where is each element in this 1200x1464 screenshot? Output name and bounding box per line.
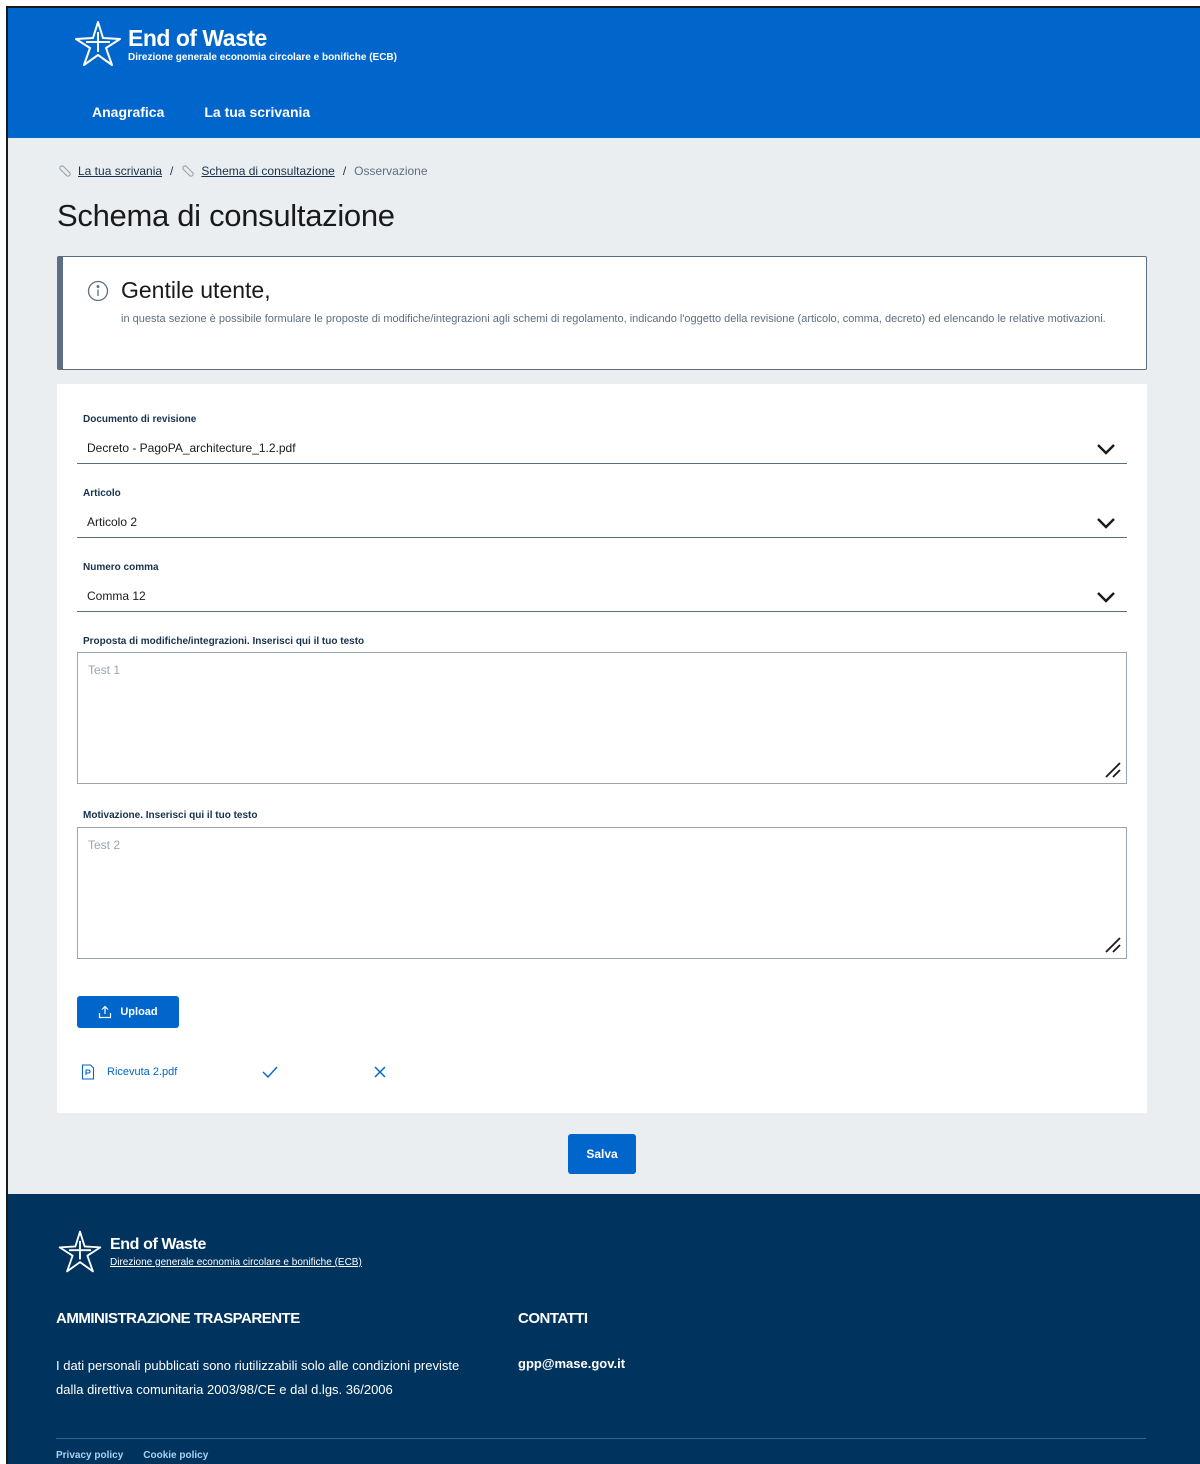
brand-title: End of Waste	[128, 24, 267, 51]
footer-brand-subtitle[interactable]: Direzione generale economia circolare e …	[110, 1257, 362, 1268]
footer-admin-text: I dati personali pubblicati sono riutili…	[56, 1358, 460, 1397]
callout-title: Gentile utente,	[121, 277, 271, 303]
footer-links: Privacy policy Cookie policy	[56, 1450, 208, 1461]
site-header: End of Waste Direzione generale economia…	[8, 8, 1200, 138]
callout-text: in questa sezione è possibile formulare …	[121, 313, 1106, 325]
chevron-down-icon	[1097, 444, 1115, 455]
motivazione-value: Test 2	[88, 838, 121, 852]
motivazione-label: Motivazione. Inserisci qui il tuo testo	[83, 810, 258, 821]
form-card: Documento di revisione Decreto - PagoPA_…	[57, 384, 1147, 1113]
documento-select[interactable]: Decreto - PagoPA_architecture_1.2.pdf	[77, 434, 1127, 464]
footer-contacts-heading: CONTATTI	[518, 1310, 588, 1327]
breadcrumb-separator: /	[170, 164, 174, 178]
file-name[interactable]: Ricevuta 2.pdf	[107, 1066, 257, 1078]
proposta-value: Test 1	[88, 663, 121, 677]
comma-select[interactable]: Comma 12	[77, 582, 1127, 612]
upload-icon	[99, 1005, 112, 1019]
breadcrumb-scrivania[interactable]: La tua scrivania	[78, 164, 162, 178]
breadcrumb: La tua scrivania / Schema di consultazio…	[58, 164, 428, 178]
brand[interactable]: End of Waste Direzione generale economia…	[72, 18, 397, 70]
starfish-logo-icon	[58, 1230, 102, 1273]
footer-brand[interactable]: End of Waste Direzione generale economia…	[56, 1228, 362, 1276]
pdf-file-icon	[81, 1064, 95, 1080]
footer-admin-heading: AMMINISTRAZIONE TRASPARENTE	[56, 1310, 300, 1327]
articolo-label: Articolo	[83, 488, 121, 499]
proposta-label: Proposta di modifiche/integrazioni. Inse…	[83, 636, 365, 647]
comma-value: Comma 12	[87, 589, 146, 603]
info-icon	[87, 280, 109, 301]
footer-email[interactable]: gpp@mase.gov.it	[518, 1356, 625, 1371]
breadcrumb-schema[interactable]: Schema di consultazione	[201, 164, 334, 178]
chevron-down-icon	[1097, 592, 1115, 603]
upload-button[interactable]: Upload	[77, 996, 179, 1028]
upload-label: Upload	[120, 1006, 158, 1018]
page-frame: End of Waste Direzione generale economia…	[6, 6, 1200, 1464]
motivazione-textarea[interactable]: Test 2	[77, 827, 1127, 959]
breadcrumb-separator: /	[342, 164, 347, 178]
starfish-logo-icon	[75, 21, 121, 66]
page-title: Schema di consultazione	[57, 198, 395, 233]
cookie-policy-link[interactable]: Cookie policy	[143, 1450, 208, 1461]
check-icon	[262, 1066, 278, 1079]
resize-handle-icon[interactable]	[1102, 934, 1122, 954]
articolo-value: Articolo 2	[87, 515, 138, 529]
articolo-select[interactable]: Articolo 2	[77, 508, 1127, 538]
link-icon	[182, 165, 195, 177]
site-footer: End of Waste Direzione generale economia…	[8, 1194, 1200, 1464]
proposta-textarea[interactable]: Test 1	[77, 652, 1127, 784]
link-icon	[59, 165, 71, 177]
uploaded-file-row: Ricevuta 2.pdf	[81, 1064, 387, 1080]
footer-brand-title: End of Waste	[110, 1236, 206, 1253]
info-callout: Gentile utente, in questa sezione è poss…	[57, 256, 1147, 370]
documento-label: Documento di revisione	[83, 414, 197, 425]
close-icon[interactable]	[373, 1065, 387, 1079]
comma-label: Numero comma	[83, 562, 159, 573]
main-nav: Anagrafica La tua scrivania	[92, 104, 310, 120]
save-button[interactable]: Salva	[568, 1134, 636, 1174]
documento-value: Decreto - PagoPA_architecture_1.2.pdf	[87, 441, 296, 455]
chevron-down-icon	[1097, 518, 1115, 529]
nav-item-anagrafica[interactable]: Anagrafica	[92, 104, 164, 120]
resize-handle-icon[interactable]	[1102, 759, 1122, 779]
nav-item-scrivania[interactable]: La tua scrivania	[204, 104, 310, 120]
footer-divider	[56, 1438, 1146, 1439]
brand-subtitle: Direzione generale economia circolare e …	[128, 51, 397, 63]
privacy-policy-link[interactable]: Privacy policy	[56, 1450, 123, 1461]
breadcrumb-current: Osservazione	[354, 164, 428, 178]
